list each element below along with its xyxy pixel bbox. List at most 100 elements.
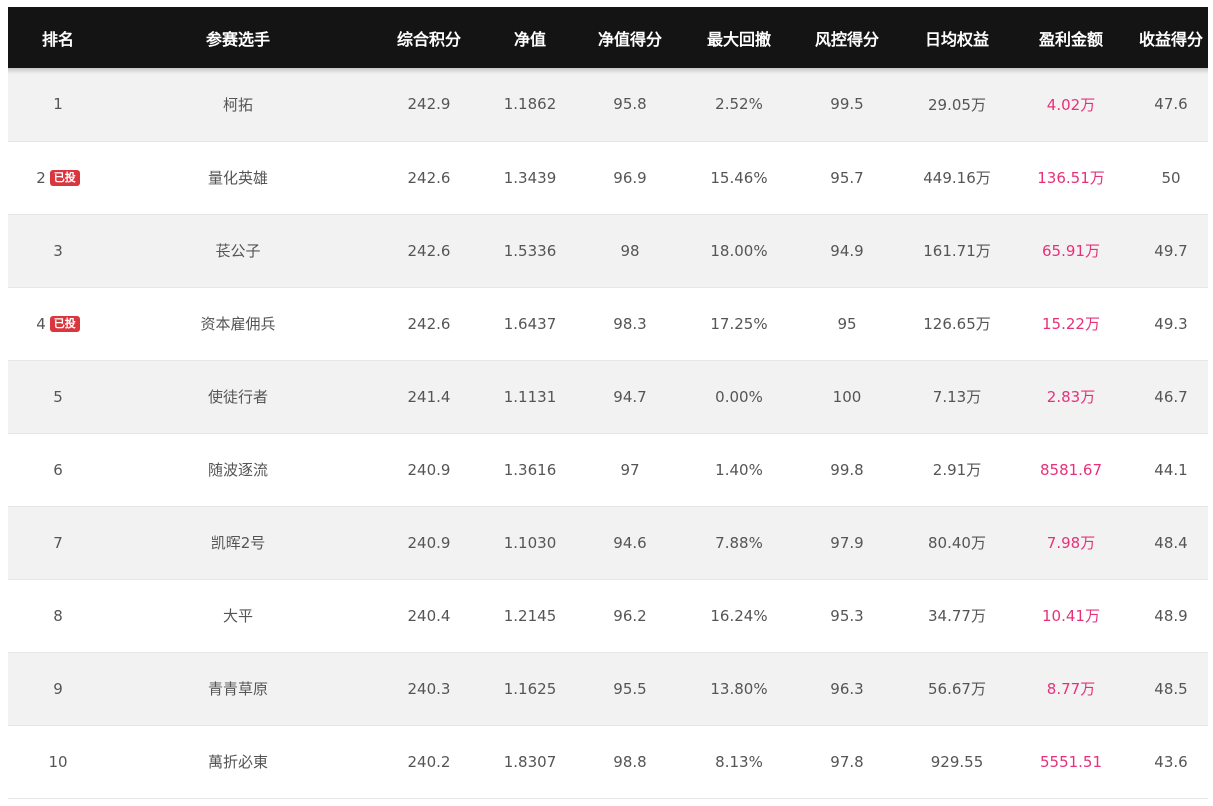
rank-cell: 8 [8, 579, 108, 653]
avg-equity: 161.71万 [906, 214, 1008, 288]
player-name[interactable]: 使徒行者 [108, 360, 368, 434]
table-row[interactable]: 1 柯拓 242.9 1.1862 95.8 2.52% 99.5 29.05万 4.02万 47… [8, 68, 1208, 142]
total-score: 240.2 [368, 725, 490, 799]
risk-score: 100 [788, 360, 906, 434]
player-name[interactable]: 量化英雄 [108, 141, 368, 215]
avg-equity: 7.13万 [906, 360, 1008, 434]
rank-number: 7 [53, 533, 63, 552]
col-header-max-drawdown[interactable]: 最大回撤 [690, 7, 788, 68]
risk-score: 95.3 [788, 579, 906, 653]
profit-amount: 136.51万 [1008, 141, 1134, 215]
col-header-player[interactable]: 参赛选手 [108, 7, 368, 68]
return-score: 43.6 [1134, 725, 1208, 799]
rank-cell: 1 [8, 68, 108, 142]
return-score: 47.6 [1134, 68, 1208, 142]
total-score: 242.6 [368, 287, 490, 361]
nav-value: 1.3439 [490, 141, 570, 215]
nav-score: 96.2 [570, 579, 690, 653]
risk-score: 99.5 [788, 68, 906, 142]
nav-score: 98 [570, 214, 690, 288]
col-header-profit[interactable]: 盈利金额 [1008, 7, 1134, 68]
nav-score: 94.6 [570, 506, 690, 580]
profit-amount: 65.91万 [1008, 214, 1134, 288]
return-score: 49.3 [1134, 287, 1208, 361]
col-header-nav-score[interactable]: 净值得分 [570, 7, 690, 68]
col-header-avg-equity[interactable]: 日均权益 [906, 7, 1008, 68]
rank-cell: 10 [8, 725, 108, 799]
nav-score: 95.5 [570, 652, 690, 726]
rank-number: 5 [53, 387, 63, 406]
total-score: 240.3 [368, 652, 490, 726]
rank-cell: 3 [8, 214, 108, 288]
return-score: 48.4 [1134, 506, 1208, 580]
risk-score: 97.9 [788, 506, 906, 580]
max-drawdown: 1.40% [690, 433, 788, 507]
total-score: 241.4 [368, 360, 490, 434]
profit-amount: 7.98万 [1008, 506, 1134, 580]
rank-cell: 7 [8, 506, 108, 580]
profit-amount: 2.83万 [1008, 360, 1134, 434]
invested-badge: 已投 [49, 315, 80, 332]
table-row[interactable]: 10 萬折必東 240.2 1.8307 98.8 8.13% 97.8 929.55 5551… [8, 725, 1208, 799]
col-header-rank[interactable]: 排名 [8, 7, 108, 68]
nav-value: 1.1625 [490, 652, 570, 726]
max-drawdown: 0.00% [690, 360, 788, 434]
table-row[interactable]: 7 凯晖2号 240.9 1.1030 94.6 7.88% 97.9 80.40万 7.98万… [8, 506, 1208, 580]
nav-score: 96.9 [570, 141, 690, 215]
player-name[interactable]: 萬折必東 [108, 725, 368, 799]
table-body: 1 柯拓 242.9 1.1862 95.8 2.52% 99.5 29.05万 4.02万 47… [8, 68, 1208, 799]
return-score: 50 [1134, 141, 1208, 215]
ranking-table: 排名 参赛选手 综合积分 净值 净值得分 最大回撤 风控得分 日均权益 盈利金额… [8, 7, 1208, 799]
rank-cell: 5 [8, 360, 108, 434]
table-row[interactable]: 2 已投 量化英雄 242.6 1.3439 96.9 15.46% 95.7 449.16万 1… [8, 141, 1208, 215]
max-drawdown: 16.24% [690, 579, 788, 653]
nav-value: 1.1862 [490, 68, 570, 142]
rank-cell: 9 [8, 652, 108, 726]
rank-cell: 2 已投 [8, 141, 108, 215]
max-drawdown: 17.25% [690, 287, 788, 361]
total-score: 242.6 [368, 214, 490, 288]
player-name[interactable]: 资本雇佣兵 [108, 287, 368, 361]
table-row[interactable]: 5 使徒行者 241.4 1.1131 94.7 0.00% 100 7.13万 2.83万 46… [8, 360, 1208, 434]
return-score: 48.9 [1134, 579, 1208, 653]
table-row[interactable]: 8 大平 240.4 1.2145 96.2 16.24% 95.3 34.77万 10.41万… [8, 579, 1208, 653]
table-row[interactable]: 4 已投 资本雇佣兵 242.6 1.6437 98.3 17.25% 95 126.65万 15… [8, 287, 1208, 361]
profit-amount: 10.41万 [1008, 579, 1134, 653]
nav-score: 98.3 [570, 287, 690, 361]
rank-number: 3 [53, 241, 63, 260]
player-name[interactable]: 柯拓 [108, 68, 368, 142]
max-drawdown: 7.88% [690, 506, 788, 580]
col-header-risk-score[interactable]: 风控得分 [788, 7, 906, 68]
return-score: 48.5 [1134, 652, 1208, 726]
avg-equity: 929.55 [906, 725, 1008, 799]
table-row[interactable]: 6 随波逐流 240.9 1.3616 97 1.40% 99.8 2.91万 8581.67 4… [8, 433, 1208, 507]
table-row[interactable]: 3 苌公子 242.6 1.5336 98 18.00% 94.9 161.71万 65.91万… [8, 214, 1208, 288]
return-score: 49.7 [1134, 214, 1208, 288]
return-score: 46.7 [1134, 360, 1208, 434]
player-name[interactable]: 随波逐流 [108, 433, 368, 507]
player-name[interactable]: 苌公子 [108, 214, 368, 288]
nav-value: 1.5336 [490, 214, 570, 288]
total-score: 240.9 [368, 506, 490, 580]
return-score: 44.1 [1134, 433, 1208, 507]
nav-value: 1.1131 [490, 360, 570, 434]
col-header-total-score[interactable]: 综合积分 [368, 7, 490, 68]
nav-value: 1.8307 [490, 725, 570, 799]
rank-number: 1 [53, 95, 63, 114]
risk-score: 97.8 [788, 725, 906, 799]
col-header-return-score[interactable]: 收益得分 [1134, 7, 1208, 68]
avg-equity: 80.40万 [906, 506, 1008, 580]
max-drawdown: 18.00% [690, 214, 788, 288]
avg-equity: 29.05万 [906, 68, 1008, 142]
avg-equity: 449.16万 [906, 141, 1008, 215]
table-row[interactable]: 9 青青草原 240.3 1.1625 95.5 13.80% 96.3 56.67万 8.77… [8, 652, 1208, 726]
player-name[interactable]: 凯晖2号 [108, 506, 368, 580]
nav-score: 98.8 [570, 725, 690, 799]
col-header-nav[interactable]: 净值 [490, 7, 570, 68]
nav-value: 1.2145 [490, 579, 570, 653]
player-name[interactable]: 大平 [108, 579, 368, 653]
total-score: 240.9 [368, 433, 490, 507]
profit-amount: 4.02万 [1008, 68, 1134, 142]
player-name[interactable]: 青青草原 [108, 652, 368, 726]
risk-score: 95.7 [788, 141, 906, 215]
